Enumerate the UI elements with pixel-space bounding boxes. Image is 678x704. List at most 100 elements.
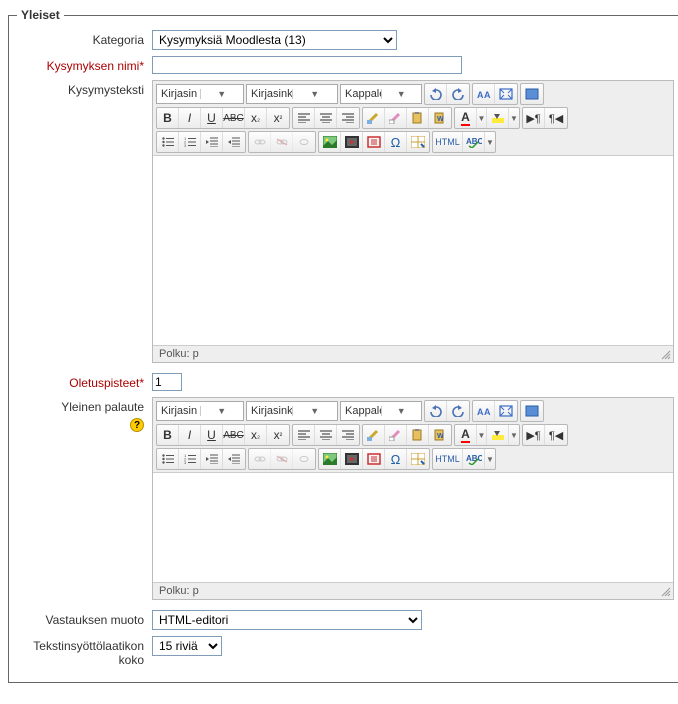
nonbreaking-button[interactable] (363, 132, 385, 152)
superscript-button[interactable]: x² (267, 108, 289, 128)
paste-plain-button[interactable] (407, 425, 429, 445)
special-char-button[interactable]: Ω (385, 449, 407, 469)
strikethrough-button[interactable]: ABC (223, 108, 245, 128)
special-char-button[interactable]: Ω (385, 132, 407, 152)
unlink-button[interactable] (271, 132, 293, 152)
bold-button[interactable]: B (157, 108, 179, 128)
paste-word-button[interactable]: W (429, 425, 451, 445)
ltr-button[interactable]: ▶¶ (523, 425, 545, 445)
general-fieldset: Yleiset Kategoria Kysymyksiä Moodlesta (… (8, 8, 678, 683)
html-source-button[interactable]: HTML (433, 132, 463, 152)
rtl-button[interactable]: ¶◀ (545, 425, 567, 445)
clean-code-button[interactable] (363, 108, 385, 128)
answer-format-select[interactable]: HTML-editori (152, 610, 422, 630)
block-format-select[interactable]: Kappale▼ (340, 401, 422, 421)
anchor-button[interactable] (293, 449, 315, 469)
category-select[interactable]: Kysymyksiä Moodlesta (13) (152, 30, 397, 50)
redo-button[interactable] (447, 401, 469, 421)
help-icon[interactable]: ? (130, 418, 144, 432)
superscript-button[interactable]: x² (267, 425, 289, 445)
html-source-button[interactable]: HTML (433, 449, 463, 469)
outdent-button[interactable] (201, 132, 223, 152)
paste-word-button[interactable]: W (429, 108, 451, 128)
row-input-box-size: Tekstinsyöttölaatikon koko 15 riviä (17, 636, 674, 668)
unlink-button[interactable] (271, 449, 293, 469)
editor-content-area[interactable] (153, 472, 673, 582)
outdent-button[interactable] (201, 449, 223, 469)
media-button[interactable] (341, 132, 363, 152)
spellcheck-menu-button[interactable]: ▼ (485, 449, 495, 469)
editor-path-text: Polku: p (159, 348, 199, 360)
spellcheck-button[interactable]: ABC (463, 449, 485, 469)
resize-handle-icon[interactable] (661, 587, 671, 597)
nonbreaking-button[interactable] (363, 449, 385, 469)
align-left-button[interactable] (293, 425, 315, 445)
subscript-button[interactable]: x₂ (245, 108, 267, 128)
bullet-list-button[interactable] (157, 449, 179, 469)
strikethrough-button[interactable]: ABC (223, 425, 245, 445)
find-replace-button[interactable]: AA (473, 84, 495, 104)
align-right-button[interactable] (337, 425, 359, 445)
bg-color-menu-button[interactable]: ▼ (509, 108, 519, 128)
link-button[interactable] (249, 449, 271, 469)
toggle-fullscreen-button[interactable] (495, 401, 517, 421)
bg-color-menu-button[interactable]: ▼ (509, 425, 519, 445)
rtl-button[interactable]: ¶◀ (545, 108, 567, 128)
align-center-button[interactable] (315, 108, 337, 128)
redo-button[interactable] (447, 84, 469, 104)
align-center-button[interactable] (315, 425, 337, 445)
underline-button[interactable]: U (201, 108, 223, 128)
anchor-button[interactable] (293, 132, 315, 152)
remove-format-button[interactable] (385, 425, 407, 445)
number-list-button[interactable]: 123 (179, 132, 201, 152)
bullet-list-button[interactable] (157, 132, 179, 152)
indent-button[interactable] (223, 132, 245, 152)
input-box-size-select[interactable]: 15 riviä (152, 636, 222, 656)
link-button[interactable] (249, 132, 271, 152)
underline-button[interactable]: U (201, 425, 223, 445)
find-replace-button[interactable]: AA (473, 401, 495, 421)
bg-color-button[interactable] (487, 108, 509, 128)
fullscreen-button[interactable] (521, 401, 543, 421)
fullscreen-button[interactable] (521, 84, 543, 104)
font-size-select[interactable]: Kirjasinkoko▼ (246, 401, 338, 421)
label-question-text: Kysymysteksti (17, 80, 152, 97)
spellcheck-menu-button[interactable]: ▼ (485, 132, 495, 152)
toggle-fullscreen-button[interactable] (495, 84, 517, 104)
block-format-select[interactable]: Kappale▼ (340, 84, 422, 104)
text-color-button[interactable]: A (455, 108, 477, 128)
image-button[interactable] (319, 449, 341, 469)
question-name-input[interactable] (152, 56, 462, 74)
font-family-select[interactable]: Kirjasin▼ (156, 84, 244, 104)
italic-button[interactable]: I (179, 425, 201, 445)
row-question-text: Kysymysteksti Kirjasin▼ Kirjasinkoko▼ Ka… (17, 80, 674, 367)
undo-button[interactable] (425, 84, 447, 104)
number-list-button[interactable]: 123 (179, 449, 201, 469)
font-family-select[interactable]: Kirjasin▼ (156, 401, 244, 421)
remove-format-button[interactable] (385, 108, 407, 128)
svg-text:ABC: ABC (466, 454, 482, 463)
table-button[interactable] (407, 449, 429, 469)
align-left-button[interactable] (293, 108, 315, 128)
spellcheck-button[interactable]: ABC (463, 132, 485, 152)
paste-plain-button[interactable] (407, 108, 429, 128)
default-points-input[interactable] (152, 373, 182, 391)
font-size-select[interactable]: Kirjasinkoko▼ (246, 84, 338, 104)
resize-handle-icon[interactable] (661, 350, 671, 360)
editor-content-area[interactable] (153, 155, 673, 345)
indent-button[interactable] (223, 449, 245, 469)
text-color-button[interactable]: A (455, 425, 477, 445)
align-right-button[interactable] (337, 108, 359, 128)
undo-button[interactable] (425, 401, 447, 421)
text-color-menu-button[interactable]: ▼ (477, 108, 487, 128)
bold-button[interactable]: B (157, 425, 179, 445)
bg-color-button[interactable] (487, 425, 509, 445)
table-button[interactable] (407, 132, 429, 152)
clean-code-button[interactable] (363, 425, 385, 445)
subscript-button[interactable]: x₂ (245, 425, 267, 445)
text-color-menu-button[interactable]: ▼ (477, 425, 487, 445)
ltr-button[interactable]: ▶¶ (523, 108, 545, 128)
image-button[interactable] (319, 132, 341, 152)
italic-button[interactable]: I (179, 108, 201, 128)
media-button[interactable] (341, 449, 363, 469)
